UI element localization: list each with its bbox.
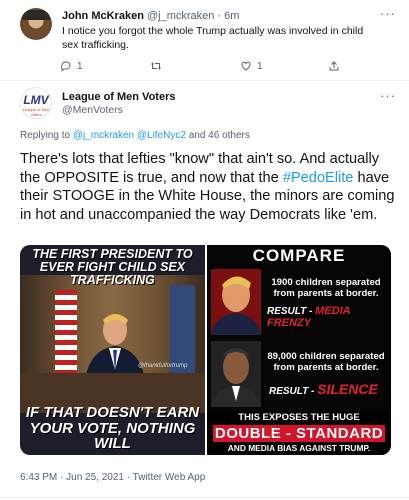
- retweet-icon: [151, 62, 161, 70]
- divider: [0, 497, 409, 498]
- divider: [0, 80, 409, 81]
- author-name[interactable]: John McKraken: [62, 10, 144, 22]
- reply-count: 1: [77, 60, 83, 72]
- tweet-timestamp[interactable]: 6:43 PM · Jun 25, 2021 · Twitter Web App: [20, 472, 205, 483]
- double-standard-banner: DOUBLE - STANDARD: [213, 425, 385, 442]
- like-count: 1: [257, 60, 263, 72]
- reply-icon: [61, 61, 71, 72]
- replying-prefix: Replying to: [20, 130, 73, 141]
- logo-subtext: League of Men Voters: [22, 107, 50, 117]
- tweet-text: There's lots that lefties "know" that ai…: [20, 150, 395, 224]
- avatar[interactable]: [20, 8, 52, 40]
- obama-portrait: [211, 341, 261, 407]
- replying-suffix[interactable]: and 46 others: [186, 130, 250, 141]
- author-handle[interactable]: @MenVoters: [62, 104, 123, 116]
- heart-icon: [241, 61, 251, 71]
- tweet-image-right[interactable]: COMPARE 1900 children separated from par…: [207, 245, 391, 455]
- image-caption-top: THE FIRST PRESIDENT TO EVER FIGHT CHILD …: [32, 247, 193, 287]
- image-caption-bottom: IF THAT DOESN'T EARN YOUR VOTE, NOTHING …: [25, 404, 200, 452]
- media-bias-text: AND MEDIA BIAS AGAINST TRUMP.: [227, 443, 371, 453]
- result-value-2: SILENCE: [317, 381, 378, 397]
- tweet-text: I notice you forgot the whole Trump actu…: [62, 25, 364, 51]
- result-line-2: RESULT - SILENCE: [269, 381, 378, 397]
- trump-portrait: [211, 269, 261, 335]
- like-button[interactable]: 1: [240, 58, 263, 74]
- share-icon: [329, 61, 339, 71]
- compare-text-2: 89,000 children separated from parents a…: [267, 351, 385, 373]
- tweet-actions: 1 1: [56, 58, 356, 74]
- share-button[interactable]: [328, 58, 340, 74]
- more-options-icon[interactable]: ···: [380, 6, 396, 21]
- result-label-2: RESULT -: [269, 386, 318, 397]
- logo-text: LMV: [23, 93, 49, 107]
- compare-text-1: 1900 children separated from parents at …: [271, 277, 381, 299]
- exposes-text: THIS EXPOSES THE HUGE: [238, 412, 360, 423]
- hashtag-link[interactable]: #PedoElite: [283, 170, 354, 186]
- result-line-1: RESULT - MEDIA FRENZY: [267, 305, 391, 329]
- replying-mentions[interactable]: @j_mckraken @LifeNyc2: [73, 130, 186, 141]
- image-watermark: @thankfulfortrump: [138, 363, 188, 369]
- tweet-image-left[interactable]: THE FIRST PRESIDENT TO EVER FIGHT CHILD …: [20, 245, 205, 455]
- result-label-1: RESULT -: [267, 306, 316, 317]
- author-handle-time[interactable]: @j_mckraken · 6m: [147, 10, 239, 22]
- author-line: John McKraken @j_mckraken · 6m: [62, 10, 239, 22]
- avatar[interactable]: LMV League of Men Voters: [20, 87, 52, 119]
- reply-button[interactable]: 1: [60, 58, 83, 74]
- replying-to: Replying to @j_mckraken @LifeNyc2 and 46…: [20, 130, 250, 141]
- image-heading: COMPARE: [207, 245, 391, 267]
- retweet-button[interactable]: [150, 58, 162, 74]
- author-name[interactable]: League of Men Voters: [62, 91, 175, 103]
- more-options-icon[interactable]: ···: [380, 88, 396, 103]
